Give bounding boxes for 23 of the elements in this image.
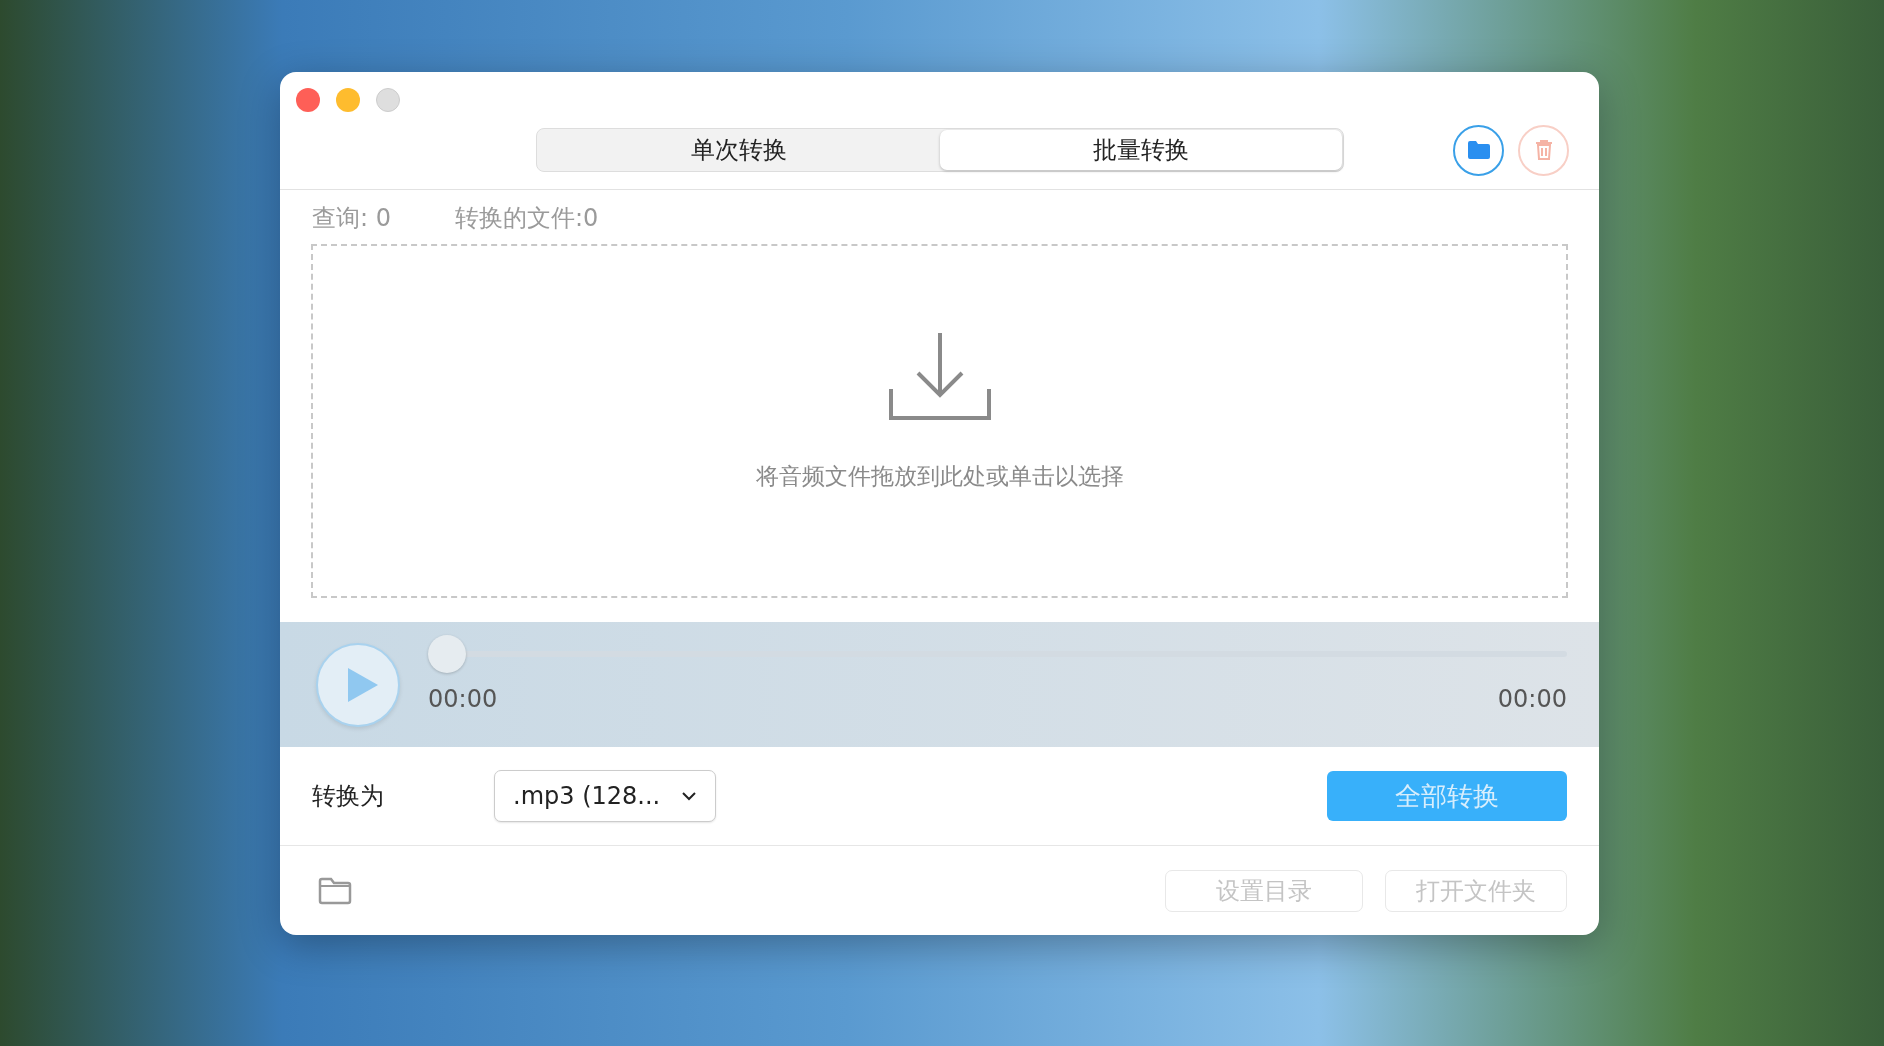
minimize-button[interactable] <box>336 88 360 112</box>
zoom-button[interactable] <box>376 88 400 112</box>
trash-icon <box>1533 139 1554 161</box>
stat-text: 查询: 0 <box>312 203 391 232</box>
tab[interactable]: 批量转换 <box>940 130 1342 170</box>
open-folder-button[interactable] <box>1453 124 1504 176</box>
total-time: 00:00 <box>1497 684 1567 713</box>
folder-icon <box>318 876 352 905</box>
elapsed-time: 00:00 <box>428 684 498 713</box>
tab[interactable]: 单次转换 <box>538 130 940 170</box>
folder-icon <box>1466 140 1491 160</box>
drop-zone[interactable]: 将音频文件拖放到此处或单击以选择 <box>311 244 1568 598</box>
drop-hint: 将音频文件拖放到此处或单击以选择 <box>755 461 1124 491</box>
seek-slider[interactable] <box>428 634 1567 673</box>
format-dropdown[interactable]: .mp3 (128... <box>494 770 716 822</box>
chevron-down-icon <box>681 791 697 801</box>
download-icon <box>887 330 992 421</box>
close-button[interactable] <box>296 88 320 112</box>
play-button[interactable] <box>316 642 400 727</box>
convert-to-label: 转换为 <box>312 781 385 812</box>
convert-all-button[interactable]: 全部转换 <box>1327 771 1567 821</box>
stat-text: 转换的文件:0 <box>455 203 599 232</box>
seek-slider-thumb[interactable] <box>428 634 466 673</box>
